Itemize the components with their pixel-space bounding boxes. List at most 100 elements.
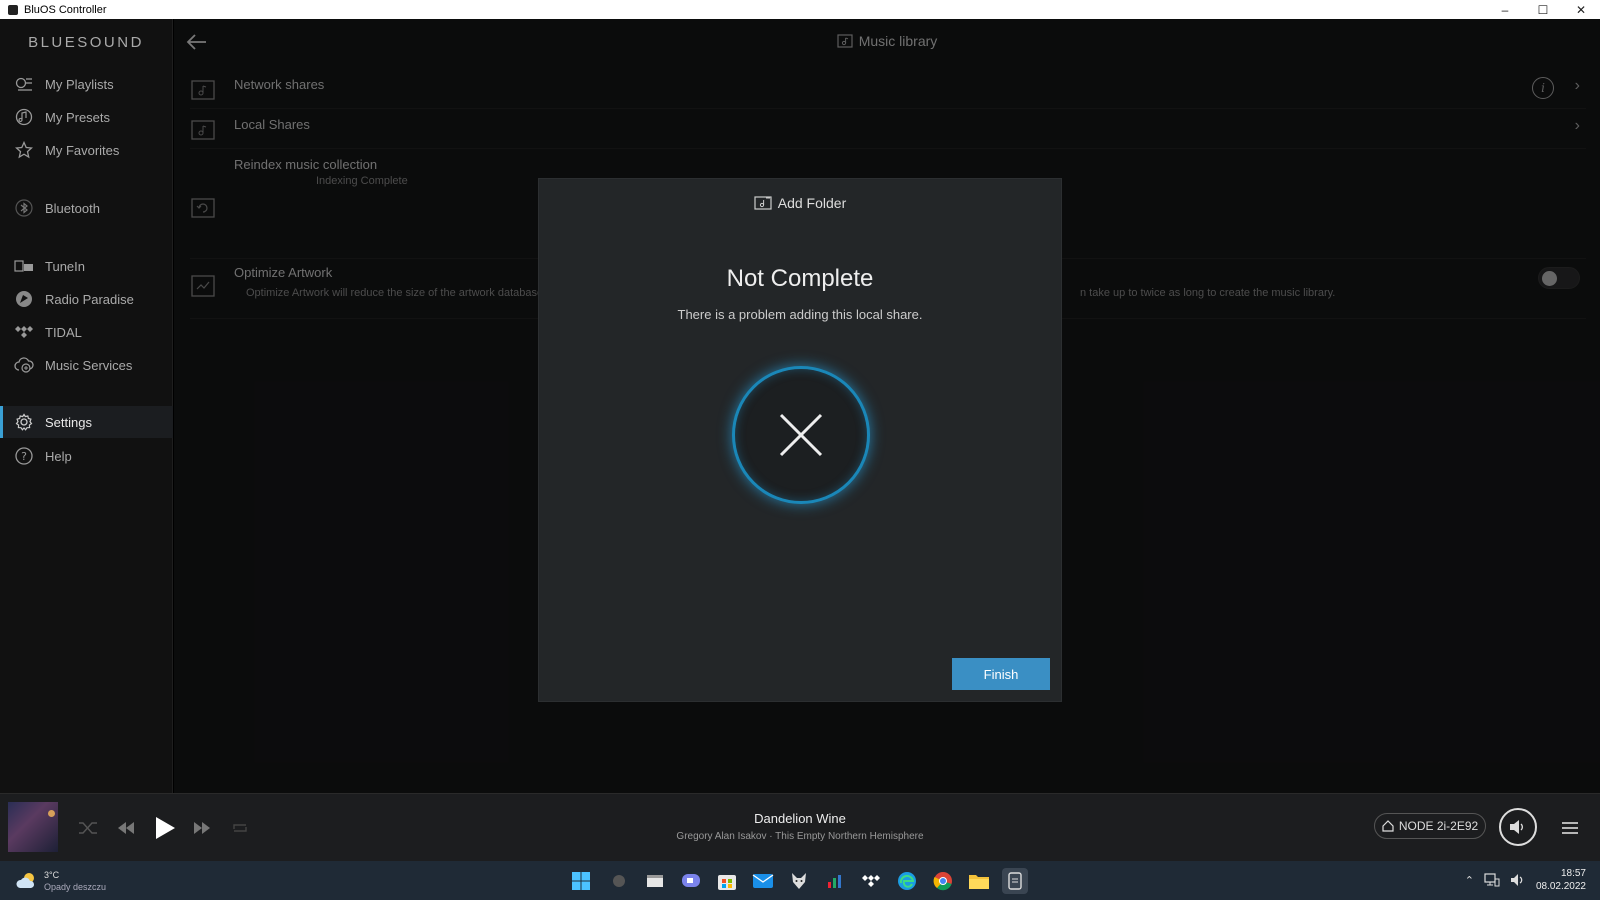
sidebar-item-help[interactable]: ? Help xyxy=(0,440,173,472)
tidal-icon xyxy=(862,875,880,887)
task-view-icon xyxy=(647,875,663,887)
bar-chart-icon xyxy=(828,875,841,888)
weather-widget[interactable]: 3°C Opady deszczu xyxy=(16,869,106,893)
bluesound-logo: BLUESOUND xyxy=(28,33,144,51)
minimize-button[interactable]: – xyxy=(1486,0,1524,19)
tunein-icon xyxy=(12,260,36,272)
mail-button[interactable] xyxy=(750,868,776,894)
player-name: NODE 2i-2E92 xyxy=(1398,819,1479,833)
chrome-icon xyxy=(933,872,952,891)
sidebar-item-tidal[interactable]: TIDAL xyxy=(0,316,173,348)
add-folder-dialog: Add Folder Not Complete There is a probl… xyxy=(538,178,1062,702)
now-playing[interactable]: Dandelion Wine Gregory Alan Isakov · Thi… xyxy=(600,811,1000,842)
clock[interactable]: 18:57 08.02.2022 xyxy=(1536,867,1586,893)
edge-icon xyxy=(898,872,916,890)
queue-button[interactable] xyxy=(1556,814,1584,842)
player-select-button[interactable]: NODE 2i-2E92 xyxy=(1374,813,1486,839)
sidebar-item-label: TuneIn xyxy=(45,258,85,274)
windows-icon xyxy=(572,872,590,890)
network-icon[interactable] xyxy=(1484,873,1500,887)
bluos-taskbar-button[interactable] xyxy=(1002,868,1028,894)
star-icon xyxy=(12,141,36,159)
search-taskbar-button[interactable] xyxy=(606,868,632,894)
next-button[interactable] xyxy=(188,814,216,842)
track-artist-album: Gregory Alan Isakov · This Empty Norther… xyxy=(676,831,924,842)
chrome-button[interactable] xyxy=(930,868,956,894)
sidebar-item-label: Bluetooth xyxy=(45,200,100,216)
gear-icon xyxy=(12,413,36,431)
sidebar-item-label: Help xyxy=(45,448,72,464)
album-art[interactable] xyxy=(8,802,58,852)
sidebar-item-label: My Favorites xyxy=(45,142,120,158)
sidebar-item-label: Settings xyxy=(45,414,92,430)
finish-button[interactable]: Finish xyxy=(952,658,1050,690)
store-icon xyxy=(718,875,736,890)
play-button[interactable] xyxy=(148,811,182,845)
repeat-button[interactable] xyxy=(226,814,254,842)
tidal-icon xyxy=(12,325,36,339)
help-icon: ? xyxy=(12,447,36,465)
mail-icon xyxy=(752,874,774,888)
dialog-header: Add Folder xyxy=(539,195,1061,211)
speaker-icon xyxy=(1510,820,1523,834)
sidebar-item-label: My Playlists xyxy=(45,76,114,92)
home-icon xyxy=(1382,820,1394,832)
sidebar-item-label: Music Services xyxy=(45,357,133,373)
bluos-icon xyxy=(1008,872,1022,890)
file-explorer-button[interactable] xyxy=(966,868,992,894)
play-icon xyxy=(156,817,175,839)
repeat-icon xyxy=(233,824,247,832)
rewind-icon xyxy=(118,822,134,834)
close-button[interactable]: ✕ xyxy=(1562,0,1600,19)
sidebar-item-tunein[interactable]: TuneIn xyxy=(0,250,173,282)
svg-text:?: ? xyxy=(21,450,27,463)
sidebar-item-settings[interactable]: Settings xyxy=(0,406,173,438)
playlist-icon xyxy=(12,75,36,93)
store-button[interactable] xyxy=(714,868,740,894)
radio-paradise-icon xyxy=(12,290,36,308)
task-view-button[interactable] xyxy=(642,868,668,894)
window-title: BluOS Controller xyxy=(24,3,107,16)
sidebar-item-my-presets[interactable]: My Presets xyxy=(0,101,173,133)
chart-app-button[interactable] xyxy=(822,868,848,894)
sidebar-item-my-favorites[interactable]: My Favorites xyxy=(0,134,173,166)
bluetooth-icon xyxy=(12,199,36,217)
app-icon xyxy=(8,4,18,15)
track-title: Dandelion Wine xyxy=(754,811,846,826)
sidebar-item-radio-paradise[interactable]: Radio Paradise xyxy=(0,283,173,315)
weather-icon xyxy=(16,873,35,888)
sidebar-item-bluetooth[interactable]: Bluetooth xyxy=(0,192,173,224)
wolf-app-button[interactable] xyxy=(786,868,812,894)
sidebar-item-music-services[interactable]: Music Services xyxy=(0,349,173,381)
start-button[interactable] xyxy=(568,868,594,894)
volume-button[interactable] xyxy=(1499,808,1537,846)
taskbar: 3°C Opady deszczu ⌃ 18:57 08.02.2022 xyxy=(0,861,1600,900)
dialog-message: There is a problem adding this local sha… xyxy=(677,307,923,322)
dialog-title: Not Complete xyxy=(726,265,874,292)
previous-button[interactable] xyxy=(112,814,140,842)
music-services-icon xyxy=(12,356,36,374)
player-bar: Dandelion Wine Gregory Alan Isakov · Thi… xyxy=(0,793,1600,861)
volume-tray-icon[interactable] xyxy=(1510,873,1526,887)
edge-button[interactable] xyxy=(894,868,920,894)
sidebar-item-label: TIDAL xyxy=(45,324,82,340)
chevron-up-icon[interactable]: ⌃ xyxy=(1465,874,1474,887)
menu-icon xyxy=(1562,822,1578,834)
sidebar-item-my-playlists[interactable]: My Playlists xyxy=(0,68,173,100)
folder-icon xyxy=(969,875,989,889)
weather-temp: 3°C xyxy=(44,870,60,880)
sidebar-item-label: My Presets xyxy=(45,109,111,125)
tidal-app-button[interactable] xyxy=(858,868,884,894)
maximize-button[interactable]: ☐ xyxy=(1524,0,1562,19)
shuffle-button[interactable] xyxy=(74,814,102,842)
window-titlebar: BluOS Controller – ☐ ✕ xyxy=(0,0,1600,19)
clock-date: 08.02.2022 xyxy=(1535,881,1586,892)
dialog-header-text: Add Folder xyxy=(777,195,847,211)
preset-icon xyxy=(12,108,36,126)
error-x-icon xyxy=(732,366,870,504)
fast-forward-icon xyxy=(194,822,210,834)
clock-time: 18:57 xyxy=(1560,868,1586,879)
sidebar: BLUESOUND My Playlists My Presets My Fav… xyxy=(0,19,173,793)
teams-chat-button[interactable] xyxy=(678,868,704,894)
sidebar-item-label: Radio Paradise xyxy=(45,291,134,307)
